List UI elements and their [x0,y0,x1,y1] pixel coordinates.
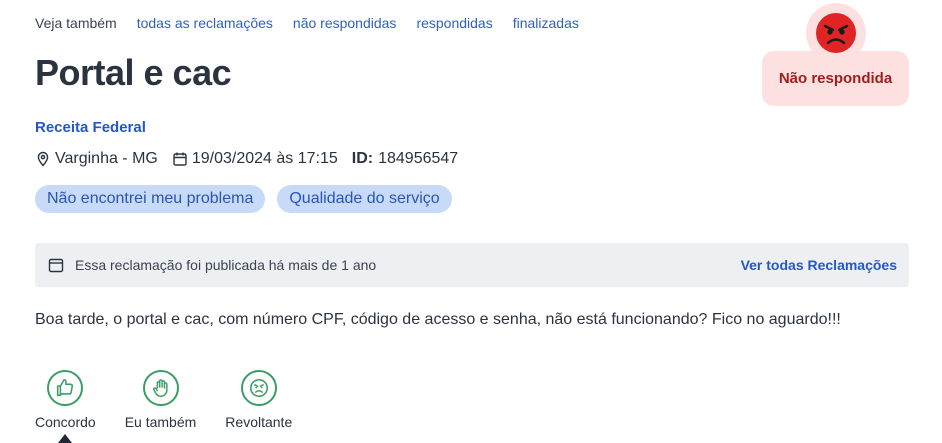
selected-reaction-caret [58,434,72,443]
id-value: 184956547 [378,150,459,167]
react-outrageous-circle[interactable] [240,370,277,406]
complaint-tags: Não encontrei meu problema Qualidade do … [35,185,464,213]
react-agree-circle[interactable] [47,370,84,406]
link-finished[interactable]: finalizadas [513,15,579,31]
id-label: ID: [351,150,374,167]
link-all-complaints[interactable]: todas as reclamações [137,15,273,31]
status-badge: Não respondida [762,0,909,107]
tag-service-quality[interactable]: Qualidade do serviço [277,185,452,213]
react-agree-button[interactable]: Concordo [35,370,96,430]
angry-face-icon [816,13,856,53]
link-answered[interactable]: respondidas [416,15,492,31]
tag-problem-not-found[interactable]: Não encontrei meu problema [35,185,266,213]
react-agree-label: Concordo [35,414,96,430]
hand-icon [152,379,168,397]
reactions-bar: Concordo Eu também Revoltante [35,370,321,430]
company-link[interactable]: Receita Federal [35,119,146,136]
see-also-label: Veja também [35,15,117,31]
view-all-complaints-link[interactable]: Ver todas Reclamações [741,257,897,273]
react-outrageous-button[interactable]: Revoltante [225,370,292,430]
complaint-body: Boa tarde, o portal e cac, com número CP… [35,311,841,328]
status-face-wrapper [806,3,866,63]
thumbs-up-icon [57,378,74,397]
location-item: Varginha - MG [35,150,158,168]
notice-text: Essa reclamação foi publicada há mais de… [75,257,377,273]
see-also-nav: Veja também todas as reclamações não res… [35,15,599,31]
angry-face-icon [249,378,268,398]
link-unanswered[interactable]: não respondidas [293,15,397,31]
complaint-meta: Varginha - MG 19/03/2024 às 17:15 ID: 18… [35,150,472,168]
react-me-too-label: Eu também [124,414,197,430]
react-me-too-button[interactable]: Eu também [124,370,197,430]
calendar-icon [172,151,188,167]
date-item: 19/03/2024 às 17:15 [172,150,338,168]
date-text: 19/03/2024 às 17:15 [191,150,338,167]
react-outrageous-label: Revoltante [225,414,293,430]
complaint-title: Portal e cac [35,52,232,93]
location-text: Varginha - MG [55,150,158,167]
calendar-icon [48,258,64,273]
react-me-too-circle[interactable] [142,370,179,406]
id-item: ID: 184956547 [352,150,458,168]
location-pin-icon [35,151,51,167]
publication-notice: Essa reclamação foi publicada há mais de… [35,243,909,287]
